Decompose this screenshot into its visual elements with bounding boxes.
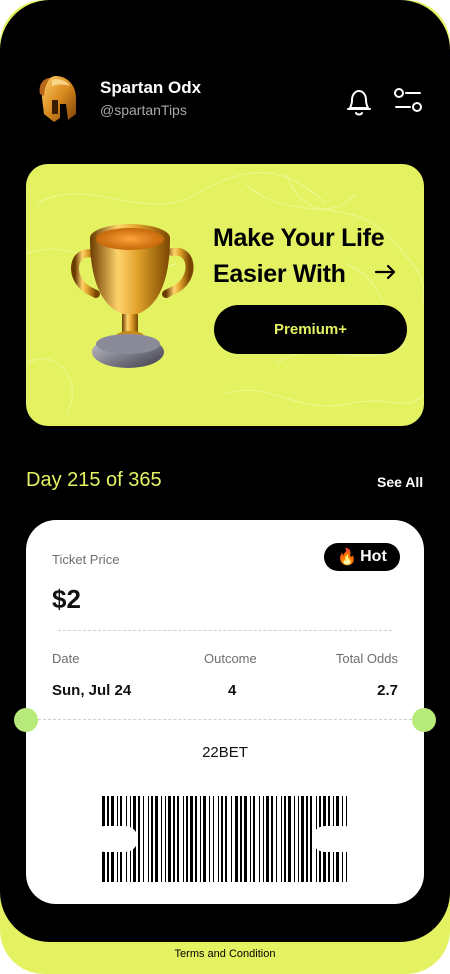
fire-icon: 🔥 <box>337 549 358 566</box>
premium-button[interactable]: Premium+ <box>214 305 407 354</box>
see-all-link[interactable]: See All <box>377 474 423 490</box>
filter-sliders-icon[interactable] <box>392 86 424 114</box>
premium-banner[interactable]: Make Your Life Easier With Premium+ <box>26 164 424 426</box>
total-odds-value: 2.7 <box>377 682 398 699</box>
ticket-notch-left <box>14 708 38 732</box>
outcome-label: Outcome <box>204 651 257 666</box>
outcome-value: 4 <box>228 682 237 699</box>
terms-link[interactable]: Terms and Condition <box>0 948 450 960</box>
date-value: Sun, Jul 24 <box>52 682 132 699</box>
spartan-helmet-icon <box>39 76 76 122</box>
day-progress-label: Day 215 of 365 <box>26 469 162 491</box>
golden-trophy-icon <box>71 224 194 368</box>
ticket-notch-right <box>412 708 436 732</box>
ticket-price: $2 <box>52 584 81 614</box>
ticket-price-label: Ticket Price <box>52 552 120 567</box>
hot-badge-label: Hot <box>360 548 387 565</box>
bookmaker-name: 22BET <box>202 744 248 761</box>
bell-icon[interactable] <box>344 86 374 118</box>
user-name: Spartan Odx <box>100 78 202 97</box>
divider <box>58 630 392 631</box>
phone-frame: Spartan Odx @spartanTips Make Your Life … <box>0 0 450 974</box>
barcode-icon <box>102 796 348 882</box>
ticket-card[interactable]: Ticket Price $2 🔥 Hot Date Outcome Total… <box>26 520 424 904</box>
date-label: Date <box>52 651 80 666</box>
user-handle: @spartanTips <box>100 102 187 118</box>
total-odds-label: Total Odds <box>335 651 398 666</box>
perforation-line <box>38 719 412 720</box>
hot-badge: 🔥 Hot <box>324 543 400 571</box>
app-screen: Spartan Odx @spartanTips Make Your Life … <box>0 0 450 942</box>
arrow-right-icon[interactable] <box>374 262 398 282</box>
